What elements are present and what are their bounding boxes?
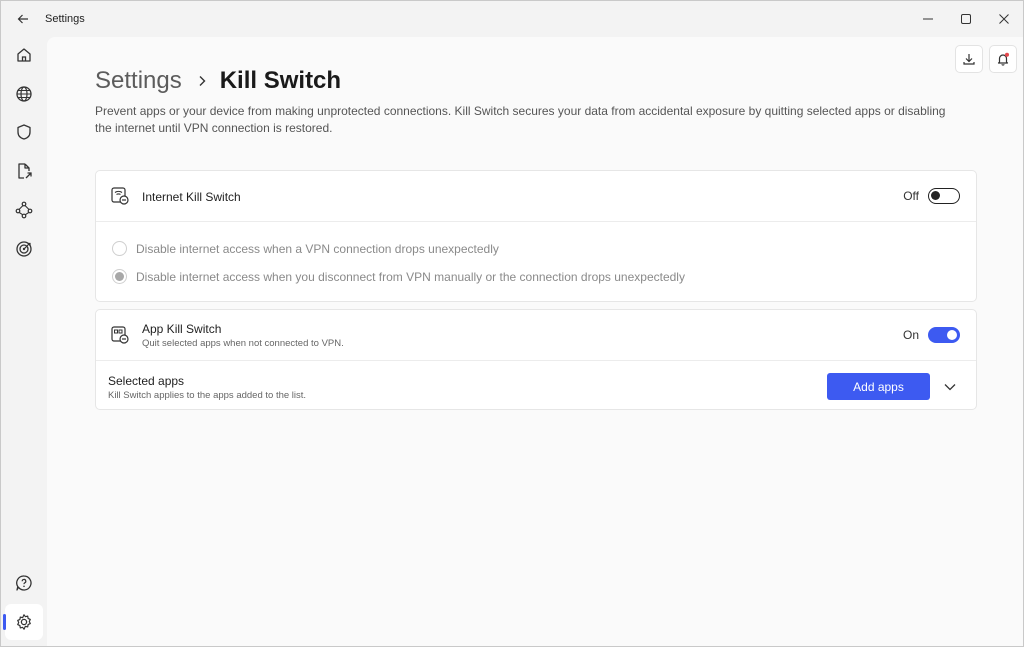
option-label: Disable internet access when a VPN conne… (136, 241, 499, 256)
globe-icon (16, 86, 32, 102)
sidebar-item-file-sharing[interactable] (5, 153, 43, 189)
internet-kill-switch-options: Disable internet access when a VPN conne… (96, 221, 976, 301)
option-drop-unexpectedly[interactable]: Disable internet access when a VPN conne… (112, 241, 499, 256)
mesh-network-icon (15, 201, 33, 219)
file-share-icon (18, 163, 32, 179)
sidebar-item-meshnet[interactable] (5, 192, 43, 228)
app-kill-switch-subtitle: Quit selected apps when not connected to… (142, 338, 344, 349)
chevron-down-icon (944, 384, 956, 391)
download-icon (963, 54, 975, 65)
app-kill-switch-card: App Kill Switch Quit selected apps when … (95, 309, 977, 410)
close-icon (999, 14, 1009, 24)
minimize-icon (923, 18, 933, 20)
sidebar-item-locations[interactable] (5, 76, 43, 112)
arrow-left-icon (17, 14, 28, 24)
radio-button-checked[interactable] (112, 269, 127, 284)
expand-selected-apps-button[interactable] (940, 377, 960, 397)
selected-apps-title: Selected apps (108, 374, 185, 388)
internet-kill-switch-card: Internet Kill Switch Off Disable interne… (95, 170, 977, 302)
add-apps-button[interactable]: Add apps (827, 373, 930, 400)
home-icon (17, 48, 31, 62)
shield-icon (17, 124, 31, 140)
help-icon (16, 575, 32, 591)
radio-button[interactable] (112, 241, 127, 256)
maximize-button[interactable] (947, 1, 985, 37)
app-kill-switch-state: On (902, 328, 919, 342)
option-disconnect-or-drop[interactable]: Disable internet access when you disconn… (112, 269, 685, 284)
active-indicator (3, 614, 6, 630)
app-kill-switch-icon (111, 326, 129, 344)
target-icon (16, 241, 32, 257)
title-bar: Settings (1, 1, 1023, 37)
app-kill-switch-title: App Kill Switch (142, 322, 222, 336)
gear-icon (17, 614, 31, 630)
app-kill-switch-row: App Kill Switch Quit selected apps when … (96, 310, 976, 360)
page-title: Kill Switch (219, 67, 342, 94)
window-title: Settings (45, 13, 85, 25)
breadcrumb: Settings Kill Switch (95, 67, 341, 95)
minimize-button[interactable] (909, 1, 947, 37)
sidebar-item-help[interactable] (5, 565, 43, 601)
internet-kill-switch-row: Internet Kill Switch Off (96, 171, 976, 221)
internet-kill-switch-toggle[interactable] (928, 188, 960, 204)
sidebar-item-threat-protection[interactable] (5, 231, 43, 267)
selected-apps-subtitle: Kill Switch applies to the apps added to… (108, 390, 307, 401)
close-button[interactable] (985, 1, 1023, 37)
maximize-icon (961, 14, 971, 24)
app-kill-switch-toggle[interactable] (928, 327, 960, 343)
internet-kill-switch-icon (111, 187, 129, 205)
toggle-knob (931, 191, 940, 200)
toggle-knob (947, 330, 957, 340)
back-button[interactable] (11, 7, 35, 31)
option-label: Disable internet access when you disconn… (136, 269, 685, 284)
sidebar-item-settings[interactable] (3, 604, 43, 640)
downloads-button[interactable] (955, 45, 983, 73)
sidebar-item-protection[interactable] (5, 114, 43, 150)
main-content: Settings Kill Switch Prevent apps or you… (47, 37, 1023, 646)
internet-kill-switch-state: Off (903, 189, 919, 203)
breadcrumb-parent[interactable]: Settings (95, 67, 182, 95)
bell-icon (997, 52, 1009, 66)
notifications-button[interactable] (989, 45, 1017, 73)
sidebar (1, 37, 47, 646)
chevron-right-icon (197, 75, 207, 87)
sidebar-item-home[interactable] (5, 37, 43, 73)
selected-apps-row: Selected apps Kill Switch applies to the… (96, 360, 976, 409)
page-description: Prevent apps or your device from making … (95, 104, 946, 135)
internet-kill-switch-title: Internet Kill Switch (142, 190, 241, 204)
